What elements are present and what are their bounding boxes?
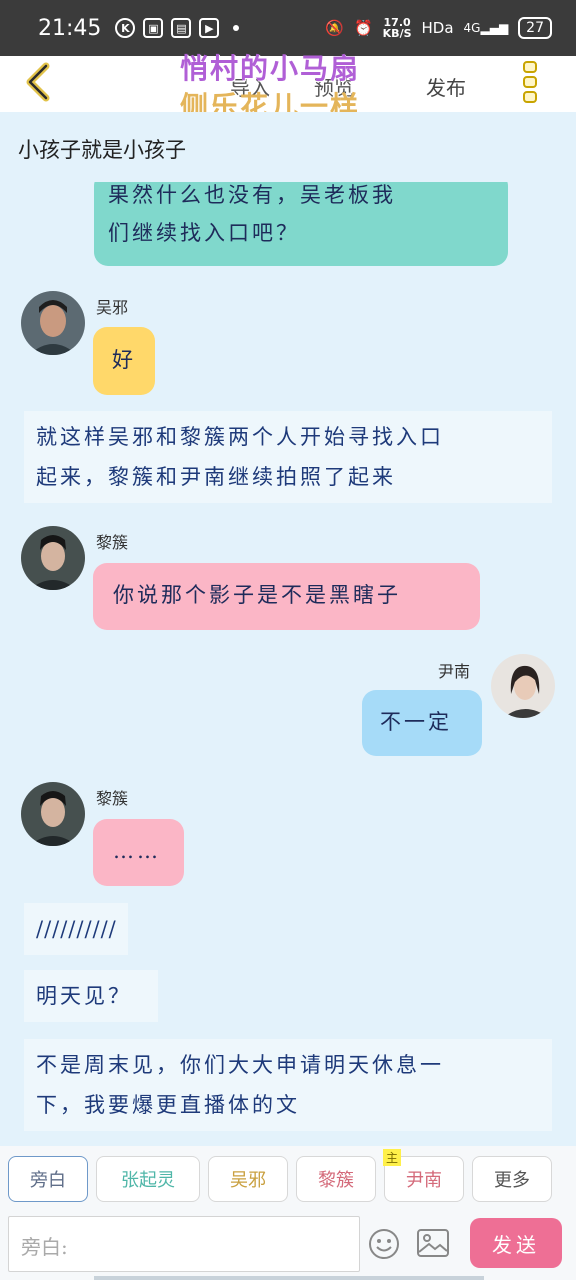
narration-text: 明天见？ bbox=[36, 984, 132, 1008]
status-bar: 21:45 K ▣ ▤ ▶ 🔕 ⏰ 17.0 KB/S HDa 4G▂▄▆ 27 bbox=[0, 0, 576, 56]
avatar-wuxie[interactable] bbox=[21, 291, 85, 355]
narration-block: 明天见？ bbox=[24, 970, 158, 1022]
narration-block: 不是周末见，你们大大申请明天休息一 下，我要爆更直播体的文 bbox=[24, 1039, 552, 1131]
narration-block: 就这样吴邪和黎簇两个人开始寻找入口 起来，黎簇和尹南继续拍照了起来 bbox=[24, 411, 552, 503]
chip-label: 张起灵 bbox=[121, 1170, 175, 1191]
sender-name: 尹南 bbox=[438, 662, 471, 681]
chip-label: 旁白 bbox=[30, 1170, 66, 1191]
alarm-icon: ⏰ bbox=[353, 19, 373, 37]
home-indicator bbox=[94, 1276, 484, 1280]
narration-text: 就这样吴邪和黎簇两个人开始寻找入口 bbox=[36, 425, 444, 449]
emoji-icon[interactable] bbox=[368, 1228, 400, 1260]
speed-unit: KB/S bbox=[382, 27, 412, 40]
signal-icon: 4G▂▄▆ bbox=[463, 21, 509, 35]
tab-preview[interactable]: 预览 bbox=[314, 72, 354, 101]
battery-icon: 27 bbox=[518, 17, 552, 39]
sender-name: 吴邪 bbox=[96, 298, 129, 317]
chat-area[interactable]: 果然什么也没有，吴老板我 们继续找入口吧？ 吴邪 好 就这样吴邪和黎簇两个人开始… bbox=[0, 182, 576, 1146]
chip-zhangqiling[interactable]: 张起灵 bbox=[96, 1156, 200, 1202]
role-chip-bar: 旁白 张起灵 吴邪 黎簇 主 尹南 更多 bbox=[0, 1146, 576, 1212]
chip-narration[interactable]: 旁白 bbox=[8, 1156, 88, 1202]
player-app-icon: ▶ bbox=[199, 18, 220, 38]
chip-licu[interactable]: 黎簇 bbox=[296, 1156, 376, 1202]
nav-tabs: 导入 预览 bbox=[230, 72, 354, 101]
chip-label: 更多 bbox=[494, 1170, 530, 1191]
input-placeholder: 旁白: bbox=[21, 1235, 68, 1259]
sender-name: 黎簇 bbox=[96, 533, 129, 552]
input-bar: 旁白: 发送 bbox=[0, 1212, 576, 1280]
more-menu-icon[interactable] bbox=[520, 58, 540, 108]
message-text: 果然什么也没有，吴老板我 bbox=[108, 183, 396, 207]
top-nav: 导入 预览 发布 bbox=[0, 56, 576, 112]
message-text: 们继续找入口吧？ bbox=[108, 221, 300, 245]
message-text: 你说那个影子是不是黑瞎子 bbox=[113, 583, 401, 607]
tab-import[interactable]: 导入 bbox=[230, 72, 270, 101]
network-speed: 17.0 KB/S bbox=[383, 17, 412, 39]
chat-title: 小孩子就是小孩子 bbox=[0, 112, 576, 182]
message-text: 好 bbox=[112, 348, 136, 372]
mute-icon: 🔕 bbox=[325, 19, 344, 37]
sender-name: 黎簇 bbox=[96, 789, 129, 808]
chip-more[interactable]: 更多 bbox=[472, 1156, 552, 1202]
signal-label: 4G bbox=[463, 21, 481, 35]
hd-indicator: HDa bbox=[421, 19, 454, 37]
narration-block: ////////// bbox=[24, 903, 128, 955]
chip-label: 尹南 bbox=[406, 1170, 442, 1191]
image-icon[interactable] bbox=[416, 1228, 450, 1258]
reader-app-icon: ▤ bbox=[171, 18, 192, 38]
more-notifications-icon bbox=[233, 25, 240, 31]
message-bubble: 你说那个影子是不是黑瞎子 bbox=[93, 563, 480, 630]
notification-app-icon: ▣ bbox=[143, 18, 164, 38]
send-label: 发送 bbox=[492, 1232, 540, 1257]
message-text: …… bbox=[113, 839, 161, 863]
chip-label: 黎簇 bbox=[318, 1170, 354, 1191]
battery-level: 27 bbox=[526, 20, 544, 36]
message-bubble: 不一定 bbox=[362, 690, 482, 756]
message-bubble: 果然什么也没有，吴老板我 们继续找入口吧？ bbox=[94, 182, 508, 266]
message-input[interactable]: 旁白: bbox=[8, 1216, 360, 1272]
k-app-icon: K bbox=[115, 18, 136, 38]
narration-text: 不是周末见，你们大大申请明天休息一 bbox=[36, 1053, 444, 1077]
main-role-badge: 主 bbox=[383, 1149, 402, 1166]
message-bubble: …… bbox=[93, 819, 184, 886]
send-button[interactable]: 发送 bbox=[470, 1218, 562, 1268]
avatar-yinnan[interactable] bbox=[491, 654, 555, 718]
narration-text: 起来，黎簇和尹南继续拍照了起来 bbox=[36, 465, 396, 489]
narration-text: 下，我要爆更直播体的文 bbox=[36, 1093, 300, 1117]
avatar-licu[interactable] bbox=[21, 782, 85, 846]
avatar-licu[interactable] bbox=[21, 526, 85, 590]
message-text: 不一定 bbox=[380, 710, 452, 734]
chip-wuxie[interactable]: 吴邪 bbox=[208, 1156, 288, 1202]
narration-text: ////////// bbox=[36, 917, 117, 941]
publish-button[interactable]: 发布 bbox=[426, 72, 466, 101]
chip-yinnan[interactable]: 主 尹南 bbox=[383, 1149, 464, 1202]
back-icon[interactable] bbox=[22, 60, 54, 104]
chip-label: 吴邪 bbox=[230, 1170, 266, 1191]
status-time: 21:45 bbox=[38, 15, 102, 41]
message-bubble: 好 bbox=[93, 327, 155, 395]
